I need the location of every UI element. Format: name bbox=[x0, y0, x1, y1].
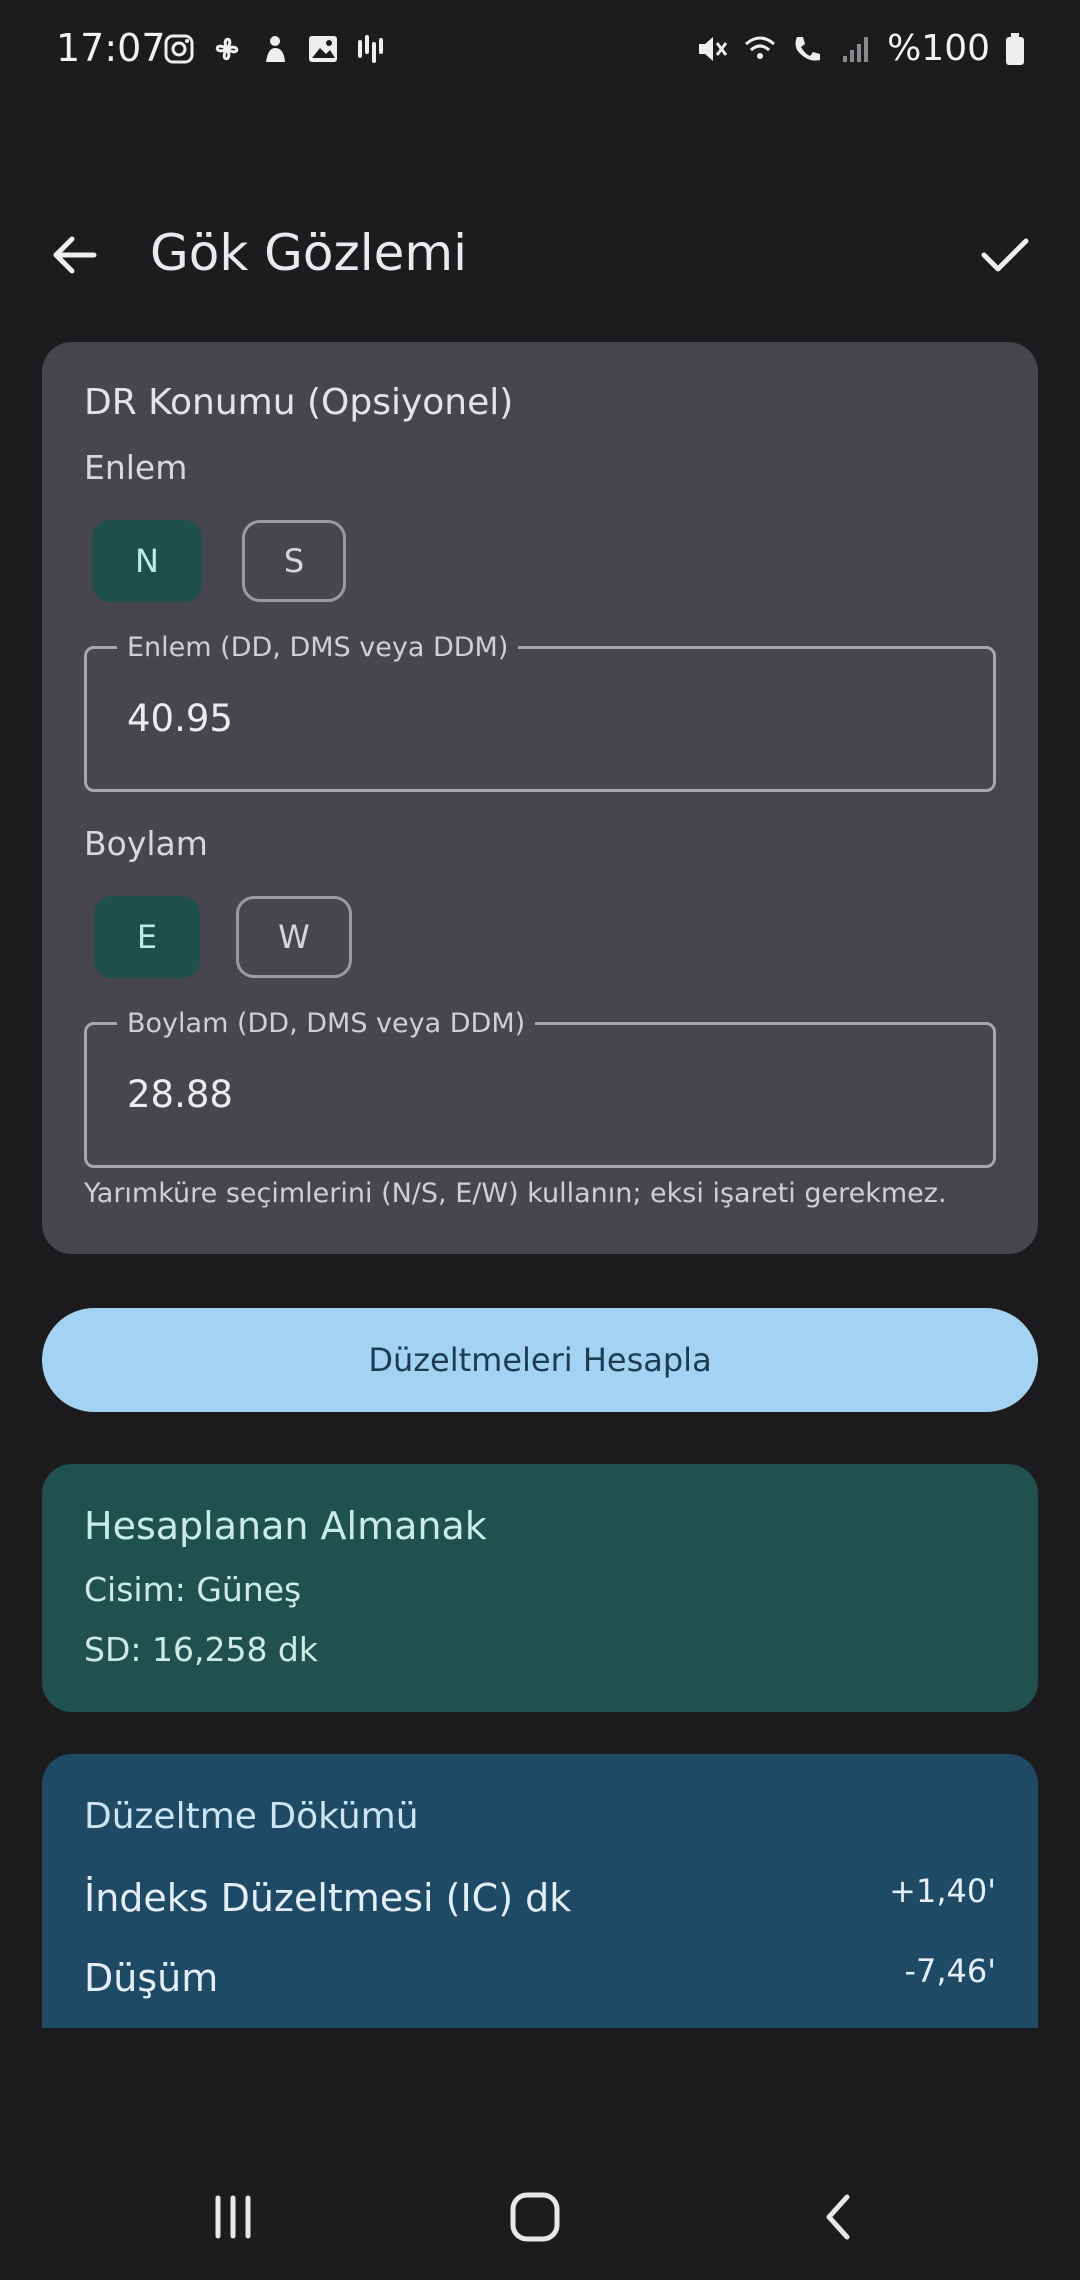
latitude-s-chip[interactable]: S bbox=[242, 520, 346, 602]
soundwave-icon bbox=[358, 35, 383, 63]
almanac-card: Hesaplanan Almanak Cisim: Güneş SD: 16,2… bbox=[42, 1464, 1038, 1712]
recents-icon bbox=[215, 2195, 251, 2239]
breakdown-row-value: -7,46' bbox=[904, 1952, 996, 1990]
compute-corrections-button[interactable]: Düzeltmeleri Hesapla bbox=[42, 1308, 1038, 1412]
status-time: 17:07 bbox=[56, 26, 166, 70]
dr-position-card: DR Konumu (Opsiyonel) Enlem N S Enlem (D… bbox=[42, 342, 1038, 1254]
system-status-icons: %100 bbox=[695, 28, 1026, 69]
confirm-button[interactable] bbox=[970, 225, 1040, 285]
page-title: Gök Gözlemi bbox=[150, 224, 468, 282]
hand-icon bbox=[266, 36, 285, 62]
hemisphere-helper-text: Yarımküre seçimlerini (N/S, E/W) kullanı… bbox=[84, 1178, 947, 1209]
latitude-field[interactable]: Enlem (DD, DMS veya DDM) 40.95 bbox=[84, 633, 996, 792]
phone-wifi-icon bbox=[795, 36, 821, 61]
longitude-w-chip[interactable]: W bbox=[236, 896, 352, 978]
longitude-e-chip[interactable]: E bbox=[94, 896, 200, 978]
breakdown-title: Düzeltme Dökümü bbox=[84, 1796, 419, 1837]
gallery-icon bbox=[309, 36, 337, 62]
almanac-body: Cisim: Güneş bbox=[84, 1570, 302, 1609]
check-icon bbox=[981, 238, 1029, 272]
system-back-button[interactable] bbox=[784, 2172, 894, 2262]
longitude-value: 28.88 bbox=[127, 1073, 233, 1116]
home-icon bbox=[510, 2192, 560, 2242]
signal-icon bbox=[843, 36, 869, 62]
home-button[interactable] bbox=[480, 2172, 590, 2262]
correction-breakdown-card: Düzeltme Dökümü İndeks Düzeltmesi (IC) d… bbox=[42, 1754, 1038, 2028]
battery-icon bbox=[1006, 32, 1024, 65]
breakdown-row-value: +1,40' bbox=[889, 1872, 996, 1910]
back-button[interactable] bbox=[40, 225, 110, 285]
navigation-bar bbox=[0, 2150, 1080, 2280]
latitude-field-label: Enlem (DD, DMS veya DDM) bbox=[117, 633, 519, 663]
mute-icon bbox=[699, 36, 728, 61]
almanac-sd: SD: 16,258 dk bbox=[84, 1630, 318, 1669]
pinwheel-icon bbox=[215, 37, 239, 61]
dr-card-title: DR Konumu (Opsiyonel) bbox=[84, 382, 514, 423]
latitude-value: 40.95 bbox=[127, 697, 233, 740]
longitude-label: Boylam bbox=[84, 824, 208, 863]
longitude-field-label: Boylam (DD, DMS veya DDM) bbox=[117, 1009, 536, 1039]
arrow-back-icon bbox=[53, 236, 97, 274]
status-bar: 17:07 %100 bbox=[0, 0, 1080, 100]
longitude-field[interactable]: Boylam (DD, DMS veya DDM) 28.88 bbox=[84, 1009, 996, 1168]
recents-button[interactable] bbox=[178, 2172, 288, 2262]
back-nav-icon bbox=[826, 2194, 850, 2240]
app-bar: Gök Gözlemi bbox=[0, 200, 1080, 310]
breakdown-row-label: İndeks Düzeltmesi (IC) dk bbox=[84, 1876, 572, 1920]
battery-percent: %100 bbox=[887, 28, 990, 69]
breakdown-row-label: Düşüm bbox=[84, 1956, 219, 2000]
wifi-calling-icon bbox=[745, 36, 776, 59]
latitude-label: Enlem bbox=[84, 448, 188, 487]
latitude-n-chip[interactable]: N bbox=[92, 520, 202, 602]
instagram-icon bbox=[164, 34, 194, 64]
almanac-title: Hesaplanan Almanak bbox=[84, 1504, 487, 1548]
notification-icons bbox=[162, 32, 388, 66]
